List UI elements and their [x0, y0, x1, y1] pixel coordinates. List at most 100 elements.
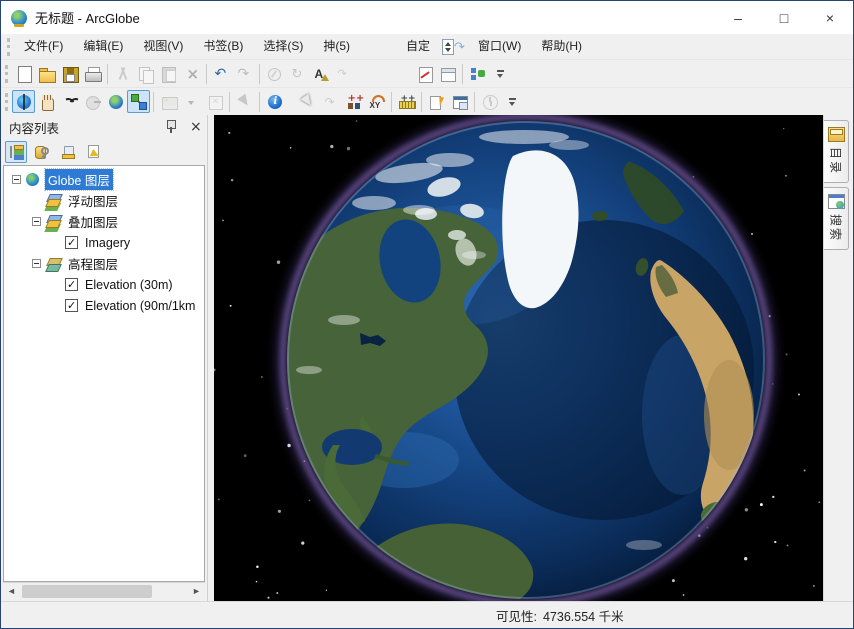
tree-row[interactable]: Globe 图层	[4, 169, 204, 190]
layer-label[interactable]: 高程图层	[65, 253, 121, 274]
menu-item[interactable]: 抻(5)	[313, 35, 360, 58]
toc-body: Globe 图层浮动图层叠加图层 Imagery 高程图层 Elevation (30…	[3, 165, 205, 582]
tree-row[interactable]: 叠加图层	[4, 211, 204, 232]
paste-icon	[161, 66, 177, 82]
menu-item[interactable]: 视图(V)	[133, 35, 193, 58]
layer-label[interactable]: Globe 图层	[45, 169, 113, 190]
measure-button[interactable]	[395, 90, 418, 113]
refresh-icon	[290, 66, 306, 82]
copy-button[interactable]	[134, 62, 157, 85]
scroll-track[interactable]	[20, 584, 188, 599]
toolbar-dd-button[interactable]	[501, 90, 524, 113]
menu-item[interactable]: 帮助(H)	[531, 35, 592, 58]
side-tab-搜索[interactable]: 搜索	[824, 187, 849, 250]
side-tab-目录[interactable]: 目录	[824, 120, 849, 183]
select-features-button[interactable]	[296, 90, 319, 113]
target-globe-button[interactable]	[81, 90, 104, 113]
open-folder-button[interactable]	[35, 62, 58, 85]
tree-row[interactable]: Elevation (90m/1km	[4, 295, 204, 316]
navigate-button[interactable]	[12, 90, 35, 113]
window-list-button[interactable]	[448, 90, 471, 113]
app-icon	[11, 10, 27, 26]
scroll-right-icon[interactable]: ►	[188, 584, 205, 599]
curve-small-button[interactable]	[332, 62, 355, 85]
layer-label[interactable]: 浮动图层	[65, 190, 121, 211]
new-document-button[interactable]	[12, 62, 35, 85]
list-selection-button[interactable]	[83, 141, 105, 163]
modelbuilder-button[interactable]	[466, 62, 489, 85]
layer-label[interactable]: Imagery	[82, 235, 133, 251]
toolbar-separator	[229, 92, 230, 112]
layer-checkbox[interactable]	[65, 278, 78, 291]
toolbar-grip[interactable]	[5, 93, 8, 111]
menu-item[interactable]: 窗口(W)	[468, 35, 531, 58]
visibility-label: 可见性:	[496, 606, 537, 625]
print-button[interactable]	[81, 62, 104, 85]
list-visibility-button[interactable]	[57, 141, 79, 163]
tree-row[interactable]: 高程图层	[4, 253, 204, 274]
toc-close-icon[interactable]	[187, 119, 203, 135]
curve-blue-icon[interactable]	[454, 39, 468, 55]
menu-item[interactable]: 编辑(E)	[73, 35, 133, 58]
menu-grip[interactable]	[7, 38, 10, 56]
delete-x-button[interactable]	[180, 62, 203, 85]
maximize-button[interactable]: □	[761, 1, 807, 34]
menu-item[interactable]: 选择(S)	[253, 35, 313, 58]
identify-button[interactable]	[263, 90, 286, 113]
layer-checkbox[interactable]	[65, 299, 78, 312]
globe-viewport[interactable]	[214, 115, 823, 601]
compass-button[interactable]	[263, 62, 286, 85]
cut-button[interactable]	[111, 62, 134, 85]
list-source-button[interactable]	[31, 141, 53, 163]
expander-minus-icon[interactable]	[32, 259, 41, 268]
catalog-tab-icon	[828, 126, 844, 142]
minimize-button[interactable]: –	[715, 1, 761, 34]
spinner-control[interactable]	[442, 39, 454, 55]
undo-button[interactable]	[210, 62, 233, 85]
time-slider-icon	[482, 94, 498, 110]
save-button[interactable]	[58, 62, 81, 85]
time-slider-button[interactable]	[478, 90, 501, 113]
refresh-button[interactable]	[286, 62, 309, 85]
pin-icon[interactable]	[165, 119, 181, 135]
layer-label[interactable]: Elevation (30m)	[82, 277, 176, 293]
fly-button[interactable]	[58, 90, 81, 113]
menu-item[interactable]: 书签(B)	[193, 35, 253, 58]
tree-row[interactable]: 浮动图层	[4, 190, 204, 211]
dd-small-button[interactable]	[180, 90, 203, 113]
layer-checkbox[interactable]	[65, 236, 78, 249]
redo-button[interactable]	[233, 62, 256, 85]
layer-label[interactable]: 叠加图层	[65, 211, 121, 232]
layer-label[interactable]: Elevation (90m/1km	[82, 298, 198, 314]
paste-button[interactable]	[157, 62, 180, 85]
label-a-button[interactable]	[309, 62, 332, 85]
expander-minus-icon[interactable]	[32, 217, 41, 226]
title-bar[interactable]: 无标题 - ArcGlobe – □ ×	[1, 1, 853, 34]
tree-row[interactable]: Elevation (30m)	[4, 274, 204, 295]
menu-item[interactable]: 文件(F)	[14, 35, 73, 58]
toolbar-dd-button[interactable]	[489, 62, 512, 85]
full-extent-button[interactable]	[104, 90, 127, 113]
python-window-button[interactable]	[413, 62, 436, 85]
goto-xy-button[interactable]	[365, 90, 388, 113]
toolbar-grip[interactable]	[5, 65, 8, 83]
picture-button[interactable]	[157, 90, 180, 113]
close-button[interactable]: ×	[807, 1, 853, 34]
window-outline-button[interactable]	[436, 62, 459, 85]
list-draworder-button[interactable]	[5, 141, 27, 163]
nav-mode-button[interactable]	[127, 90, 150, 113]
menu-item[interactable]: 自定	[396, 35, 440, 58]
select-arrow-button[interactable]	[233, 90, 256, 113]
pan-button[interactable]	[35, 90, 58, 113]
gray-box-button[interactable]	[203, 90, 226, 113]
expander-minus-icon[interactable]	[12, 175, 21, 184]
find-plus-button[interactable]	[342, 90, 365, 113]
toc-horizontal-scrollbar[interactable]: ◄ ►	[3, 582, 205, 599]
globe-view[interactable]	[214, 115, 823, 601]
clear-selection-button[interactable]	[319, 90, 342, 113]
open-folder-icon	[39, 66, 55, 82]
html-popup-button[interactable]	[425, 90, 448, 113]
tree-row[interactable]: Imagery	[4, 232, 204, 253]
scroll-left-icon[interactable]: ◄	[3, 584, 20, 599]
scroll-thumb[interactable]	[22, 585, 152, 598]
